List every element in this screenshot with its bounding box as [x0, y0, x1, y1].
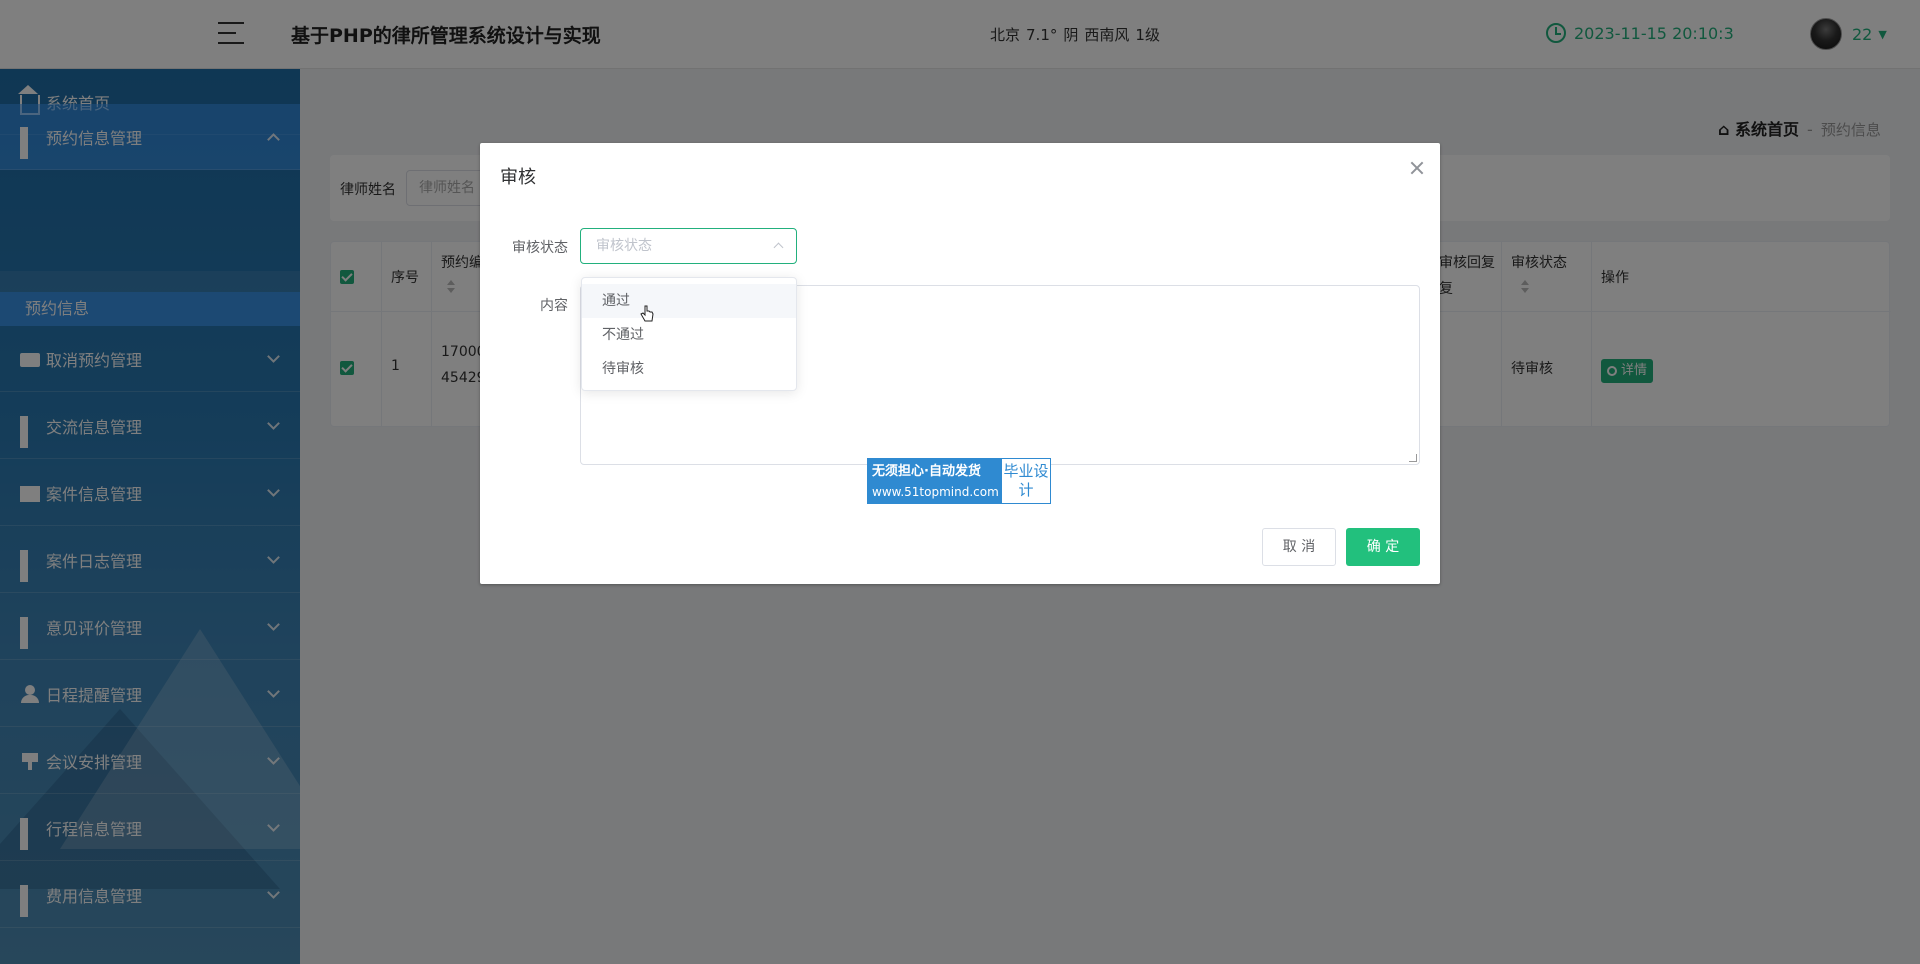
content-label: 内容: [540, 298, 568, 314]
status-label: 审核状态: [512, 240, 568, 256]
chevron-up-icon: [773, 242, 784, 253]
watermark-line1: 无须担心·自动发货: [872, 464, 981, 479]
status-dropdown: 通过 不通过 待审核: [581, 277, 797, 391]
resize-handle-icon[interactable]: [1409, 454, 1417, 462]
watermark-logo: 无须担心·自动发货 www.51topmind.com 毕业设计: [867, 458, 1051, 504]
close-icon[interactable]: [1410, 161, 1424, 175]
dialog-title: 审核: [500, 167, 536, 188]
cancel-button[interactable]: 取 消: [1262, 528, 1336, 566]
status-select-placeholder: 审核状态: [596, 238, 652, 254]
watermark-badge: 毕业设计: [1003, 462, 1049, 499]
confirm-button[interactable]: 确 定: [1346, 528, 1420, 566]
status-select[interactable]: 审核状态: [580, 228, 797, 264]
hand-cursor-icon: [640, 305, 654, 322]
watermark-text: 无须担心·自动发货 www.51topmind.com: [868, 459, 1002, 503]
option-reject[interactable]: 不通过: [582, 318, 796, 352]
option-pass[interactable]: 通过: [582, 284, 796, 318]
option-pending[interactable]: 待审核: [582, 352, 796, 386]
watermark-line2: www.51topmind.com: [872, 485, 999, 499]
